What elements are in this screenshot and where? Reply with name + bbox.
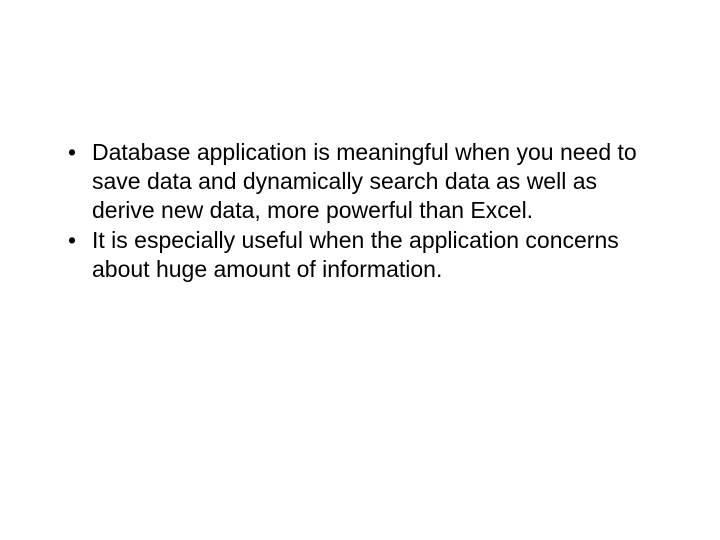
list-item: It is especially useful when the applica… xyxy=(62,226,640,284)
slide-body: Database application is meaningful when … xyxy=(62,138,640,286)
list-item: Database application is meaningful when … xyxy=(62,138,640,224)
bullet-text: Database application is meaningful when … xyxy=(92,139,637,223)
bullet-text: It is especially useful when the applica… xyxy=(92,227,619,282)
bullet-list: Database application is meaningful when … xyxy=(62,138,640,284)
